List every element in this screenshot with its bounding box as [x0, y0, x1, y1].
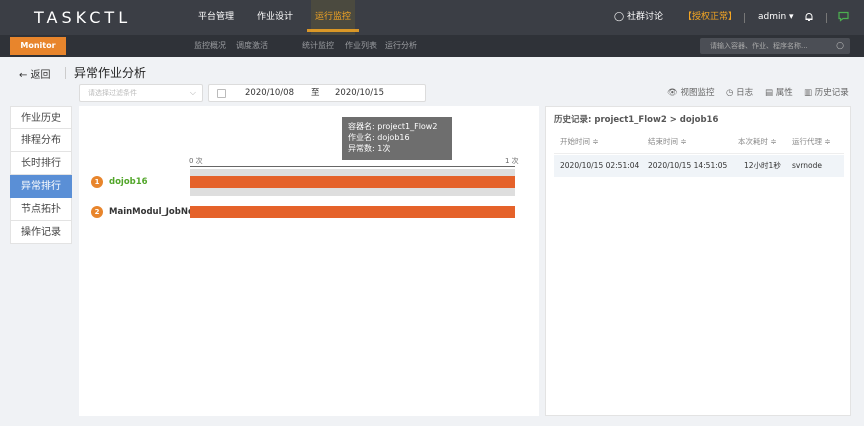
bar-label-dojob16[interactable]: dojob16: [109, 177, 148, 187]
exception-rank-chart: 0 次 1 次 1 dojob16 2 MainModul_JobNod 容器名…: [79, 106, 539, 416]
col-end-time[interactable]: 结束时间 ≑: [648, 129, 687, 154]
notification-bell-icon[interactable]: [804, 0, 814, 35]
top-nav-bar: TASKCTL 平台管理 作业设计 运行监控 ◯ 社群讨论 【授权正常】 adm…: [0, 0, 864, 35]
filter-placeholder: 请选择过滤条件: [88, 89, 137, 97]
tab-long-running-rank[interactable]: 长时排行: [10, 152, 72, 175]
tab-exception-rank[interactable]: 异常排行: [10, 175, 72, 198]
date-separator: 至: [311, 88, 320, 98]
date-to[interactable]: 2020/10/15: [335, 85, 384, 101]
global-search-input[interactable]: 请输入容器、作业、程序名称... ○: [700, 38, 850, 54]
subnav-overview[interactable]: 监控概况: [194, 35, 226, 57]
cell-duration: 12小时1秒: [744, 161, 781, 170]
nav-run-monitor[interactable]: 运行监控: [306, 0, 360, 35]
cell-start-time: 2020/10/15 02:51:04: [560, 161, 640, 170]
page-title: 异常作业分析: [74, 66, 147, 80]
bell-outline-icon: ◯: [614, 12, 625, 22]
chevron-down-icon: ⌵: [189, 88, 196, 97]
eye-icon: 👁: [667, 88, 678, 98]
properties-link[interactable]: ▤ 属性: [765, 86, 793, 98]
search-icon[interactable]: ○: [836, 38, 844, 54]
log-link[interactable]: ◷ 日志: [726, 86, 753, 98]
bar-chart-icon: ▥: [804, 88, 813, 98]
subnav-job-list[interactable]: 作业列表: [345, 35, 377, 57]
tab-schedule-distribution[interactable]: 排程分布: [10, 129, 72, 152]
tooltip-container: 容器名: project1_Flow2: [348, 122, 438, 131]
chart-tooltip: 容器名: project1_Flow2 作业名: dojob16 异常数: 1次: [342, 117, 452, 160]
view-monitor-link[interactable]: 👁 视图监控: [667, 86, 715, 98]
calendar-icon: [217, 89, 226, 98]
bar-dojob16[interactable]: [190, 176, 515, 188]
app-logo[interactable]: TASKCTL: [34, 8, 131, 27]
tab-job-history[interactable]: 作业历史: [10, 106, 72, 129]
history-link[interactable]: ▥ 历史记录: [804, 86, 849, 98]
tab-operation-log[interactable]: 操作记录: [10, 221, 72, 244]
subnav-stat-monitor[interactable]: 统计监控: [302, 35, 334, 57]
date-range-picker[interactable]: 2020/10/08 至 2020/10/15: [208, 84, 426, 102]
tooltip-count: 异常数: 1次: [348, 144, 391, 153]
date-from[interactable]: 2020/10/08: [245, 85, 294, 101]
history-panel: 历史记录: project1_Flow2 > dojob16 开始时间 ≑ 结束…: [545, 106, 851, 416]
filter-select[interactable]: 请选择过滤条件 ⌵: [79, 84, 203, 102]
divider: [826, 13, 827, 23]
community-link[interactable]: ◯ 社群讨论: [614, 0, 663, 35]
table-row[interactable]: 2020/10/15 02:51:04 2020/10/15 14:51:05 …: [554, 155, 844, 177]
sub-nav-bar: Monitor 监控概况 调度激活 统计监控 作业列表 运行分析 请输入容器、作…: [0, 35, 864, 57]
history-title: 历史记录: project1_Flow2 > dojob16: [554, 115, 719, 125]
chat-icon[interactable]: [838, 0, 849, 35]
x-tick-max: 1 次: [505, 157, 519, 165]
page-content: ← 返回 异常作业分析 请选择过滤条件 ⌵ 2020/10/08 至 2020/…: [0, 57, 864, 426]
clock-icon: ◷: [726, 88, 734, 98]
tooltip-job: 作业名: dojob16: [348, 133, 410, 142]
nav-job-design[interactable]: 作业设计: [257, 0, 293, 35]
bar-mainmodul-jobnod[interactable]: [190, 206, 515, 218]
col-start-time[interactable]: 开始时间 ≑: [560, 129, 599, 154]
subnav-dispatch-activation[interactable]: 调度激活: [236, 35, 268, 57]
document-icon: ▤: [765, 88, 774, 98]
tab-node-topology[interactable]: 节点拓扑: [10, 198, 72, 221]
back-button[interactable]: ← 返回: [19, 66, 51, 81]
col-duration[interactable]: 本次耗时 ≑: [738, 129, 777, 154]
x-tick-min: 0 次: [189, 157, 203, 165]
cell-end-time: 2020/10/15 14:51:05: [648, 161, 728, 170]
rank-badge-2: 2: [91, 206, 103, 218]
bar-label-mainmodul-jobnod[interactable]: MainModul_JobNod: [109, 207, 191, 217]
subnav-run-analysis[interactable]: 运行分析: [385, 35, 417, 57]
search-placeholder: 请输入容器、作业、程序名称...: [710, 42, 808, 50]
divider: [65, 67, 66, 79]
side-tabs: 作业历史 排程分布 长时排行 异常排行 节点拓扑 操作记录: [10, 106, 72, 244]
x-axis-line: [190, 166, 515, 167]
col-agent[interactable]: 运行代理 ≑: [792, 129, 831, 154]
cell-agent: svrnode: [792, 161, 823, 170]
license-status[interactable]: 【授权正常】: [683, 0, 737, 35]
monitor-badge[interactable]: Monitor: [10, 37, 66, 55]
user-menu[interactable]: admin ▾: [758, 0, 794, 35]
rank-badge-1: 1: [91, 176, 103, 188]
divider: [744, 13, 745, 23]
history-table-header: 开始时间 ≑ 结束时间 ≑ 本次耗时 ≑ 运行代理 ≑: [554, 129, 844, 154]
nav-platform-management[interactable]: 平台管理: [198, 0, 234, 35]
